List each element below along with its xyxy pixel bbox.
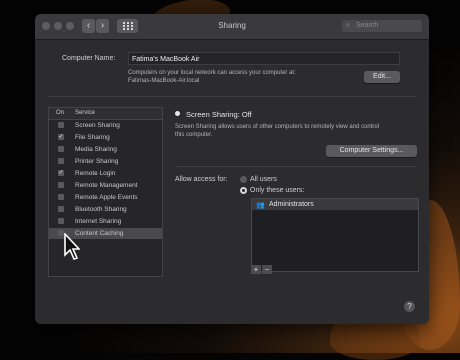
- service-row[interactable]: Remote Apple Events: [49, 192, 162, 203]
- service-label: Content Caching: [75, 230, 124, 237]
- network-address-hostname: Fatimas-MacBook-Air.local: [128, 78, 200, 84]
- section-divider: [47, 96, 417, 97]
- service-label: Screen Sharing: [75, 122, 120, 129]
- service-checkbox[interactable]: [58, 206, 64, 212]
- service-checkbox[interactable]: [58, 182, 64, 188]
- computer-settings-button[interactable]: Computer Settings...: [326, 145, 417, 157]
- service-checkbox[interactable]: [58, 122, 64, 128]
- service-row[interactable]: Screen Sharing: [49, 120, 162, 131]
- service-checkbox[interactable]: [58, 146, 64, 152]
- detail-divider: [175, 166, 417, 167]
- all-users-radio[interactable]: [240, 176, 247, 183]
- search-placeholder: Search: [356, 22, 379, 29]
- all-users-label: All users: [250, 176, 277, 183]
- network-address-info: Computers on your local network can acce…: [128, 70, 296, 76]
- allow-access-label: Allow access for:: [175, 176, 228, 183]
- service-label: Remote Management: [75, 182, 138, 189]
- service-label: Bluetooth Sharing: [75, 206, 127, 213]
- users-list: 👥 Administrators: [251, 198, 419, 272]
- service-label: Remote Apple Events: [75, 194, 138, 201]
- title-bar: ‹ › Sharing ⌕ Search: [35, 14, 429, 40]
- service-checkbox[interactable]: [58, 194, 64, 200]
- service-checkbox[interactable]: [58, 218, 64, 224]
- remove-user-button[interactable]: −: [262, 265, 272, 274]
- service-row[interactable]: Remote Management: [49, 180, 162, 191]
- screen-sharing-status: Screen Sharing: Off: [186, 110, 252, 119]
- group-icon: 👥: [256, 202, 265, 209]
- service-row[interactable]: Internet Sharing: [49, 216, 162, 227]
- computer-name-label: Computer Name:: [62, 55, 116, 62]
- service-row[interactable]: ✓ Remote Login: [49, 168, 162, 179]
- service-label: Internet Sharing: [75, 218, 122, 225]
- description-line-2: this computer.: [175, 132, 213, 138]
- users-list-item-label: Administrators: [269, 201, 314, 208]
- service-row[interactable]: Bluetooth Sharing: [49, 204, 162, 215]
- service-row[interactable]: Printer Sharing: [49, 156, 162, 167]
- service-label: Printer Sharing: [75, 158, 119, 165]
- help-button[interactable]: ?: [404, 301, 415, 312]
- service-column-header: Service: [75, 110, 96, 116]
- search-icon: ⌕: [346, 22, 350, 29]
- service-label: Media Sharing: [75, 146, 117, 153]
- service-label: File Sharing: [75, 134, 110, 141]
- mouse-pointer-icon: [64, 233, 80, 260]
- service-checkbox[interactable]: ✓: [58, 170, 64, 176]
- only-these-users-radio[interactable]: [240, 187, 247, 194]
- search-field[interactable]: ⌕ Search: [342, 20, 422, 32]
- service-row[interactable]: Media Sharing: [49, 144, 162, 155]
- description-line-1: Screen Sharing allows users of other com…: [175, 124, 380, 130]
- edit-button[interactable]: Edit...: [364, 71, 400, 83]
- users-list-item[interactable]: 👥 Administrators: [252, 199, 418, 210]
- on-column-header: On: [56, 110, 65, 116]
- add-user-button[interactable]: +: [251, 265, 261, 274]
- services-list-header: On Service: [49, 108, 162, 120]
- status-indicator-icon: [175, 111, 180, 116]
- service-label: Remote Login: [75, 170, 116, 177]
- computer-name-field[interactable]: Fatima's MacBook Air: [128, 52, 400, 65]
- service-checkbox[interactable]: [58, 158, 64, 164]
- only-these-users-label: Only these users:: [250, 187, 305, 194]
- sharing-window: ‹ › Sharing ⌕ Search Computer Name: Fati…: [35, 14, 429, 324]
- service-row[interactable]: ✓ File Sharing: [49, 132, 162, 143]
- service-checkbox[interactable]: ✓: [58, 134, 64, 140]
